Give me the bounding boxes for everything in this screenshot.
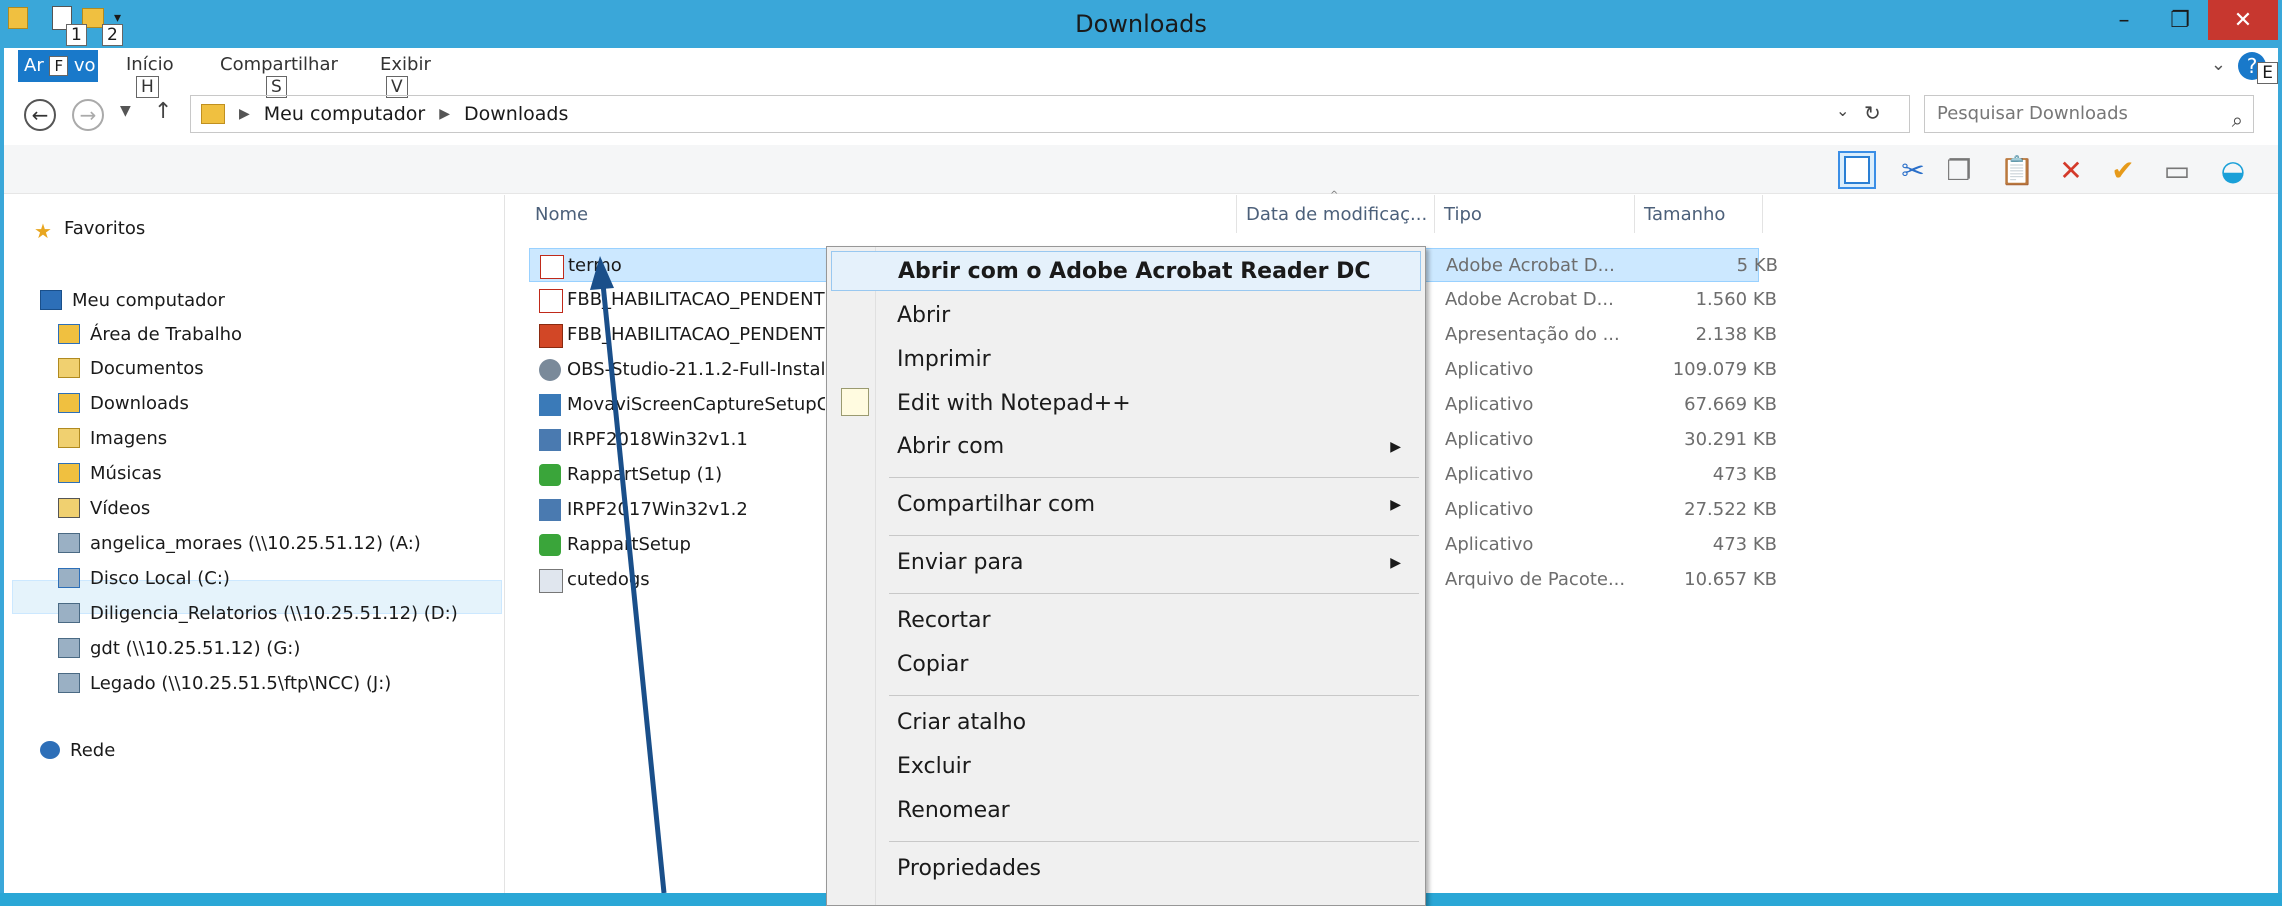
arrow-shaft <box>599 273 667 893</box>
explorer-window: ▾ 1 2 Downloads – ❐ ✕ Ar F vo Início H C… <box>0 0 2282 906</box>
annotation-arrow <box>590 256 667 893</box>
arrow-head <box>590 256 614 290</box>
